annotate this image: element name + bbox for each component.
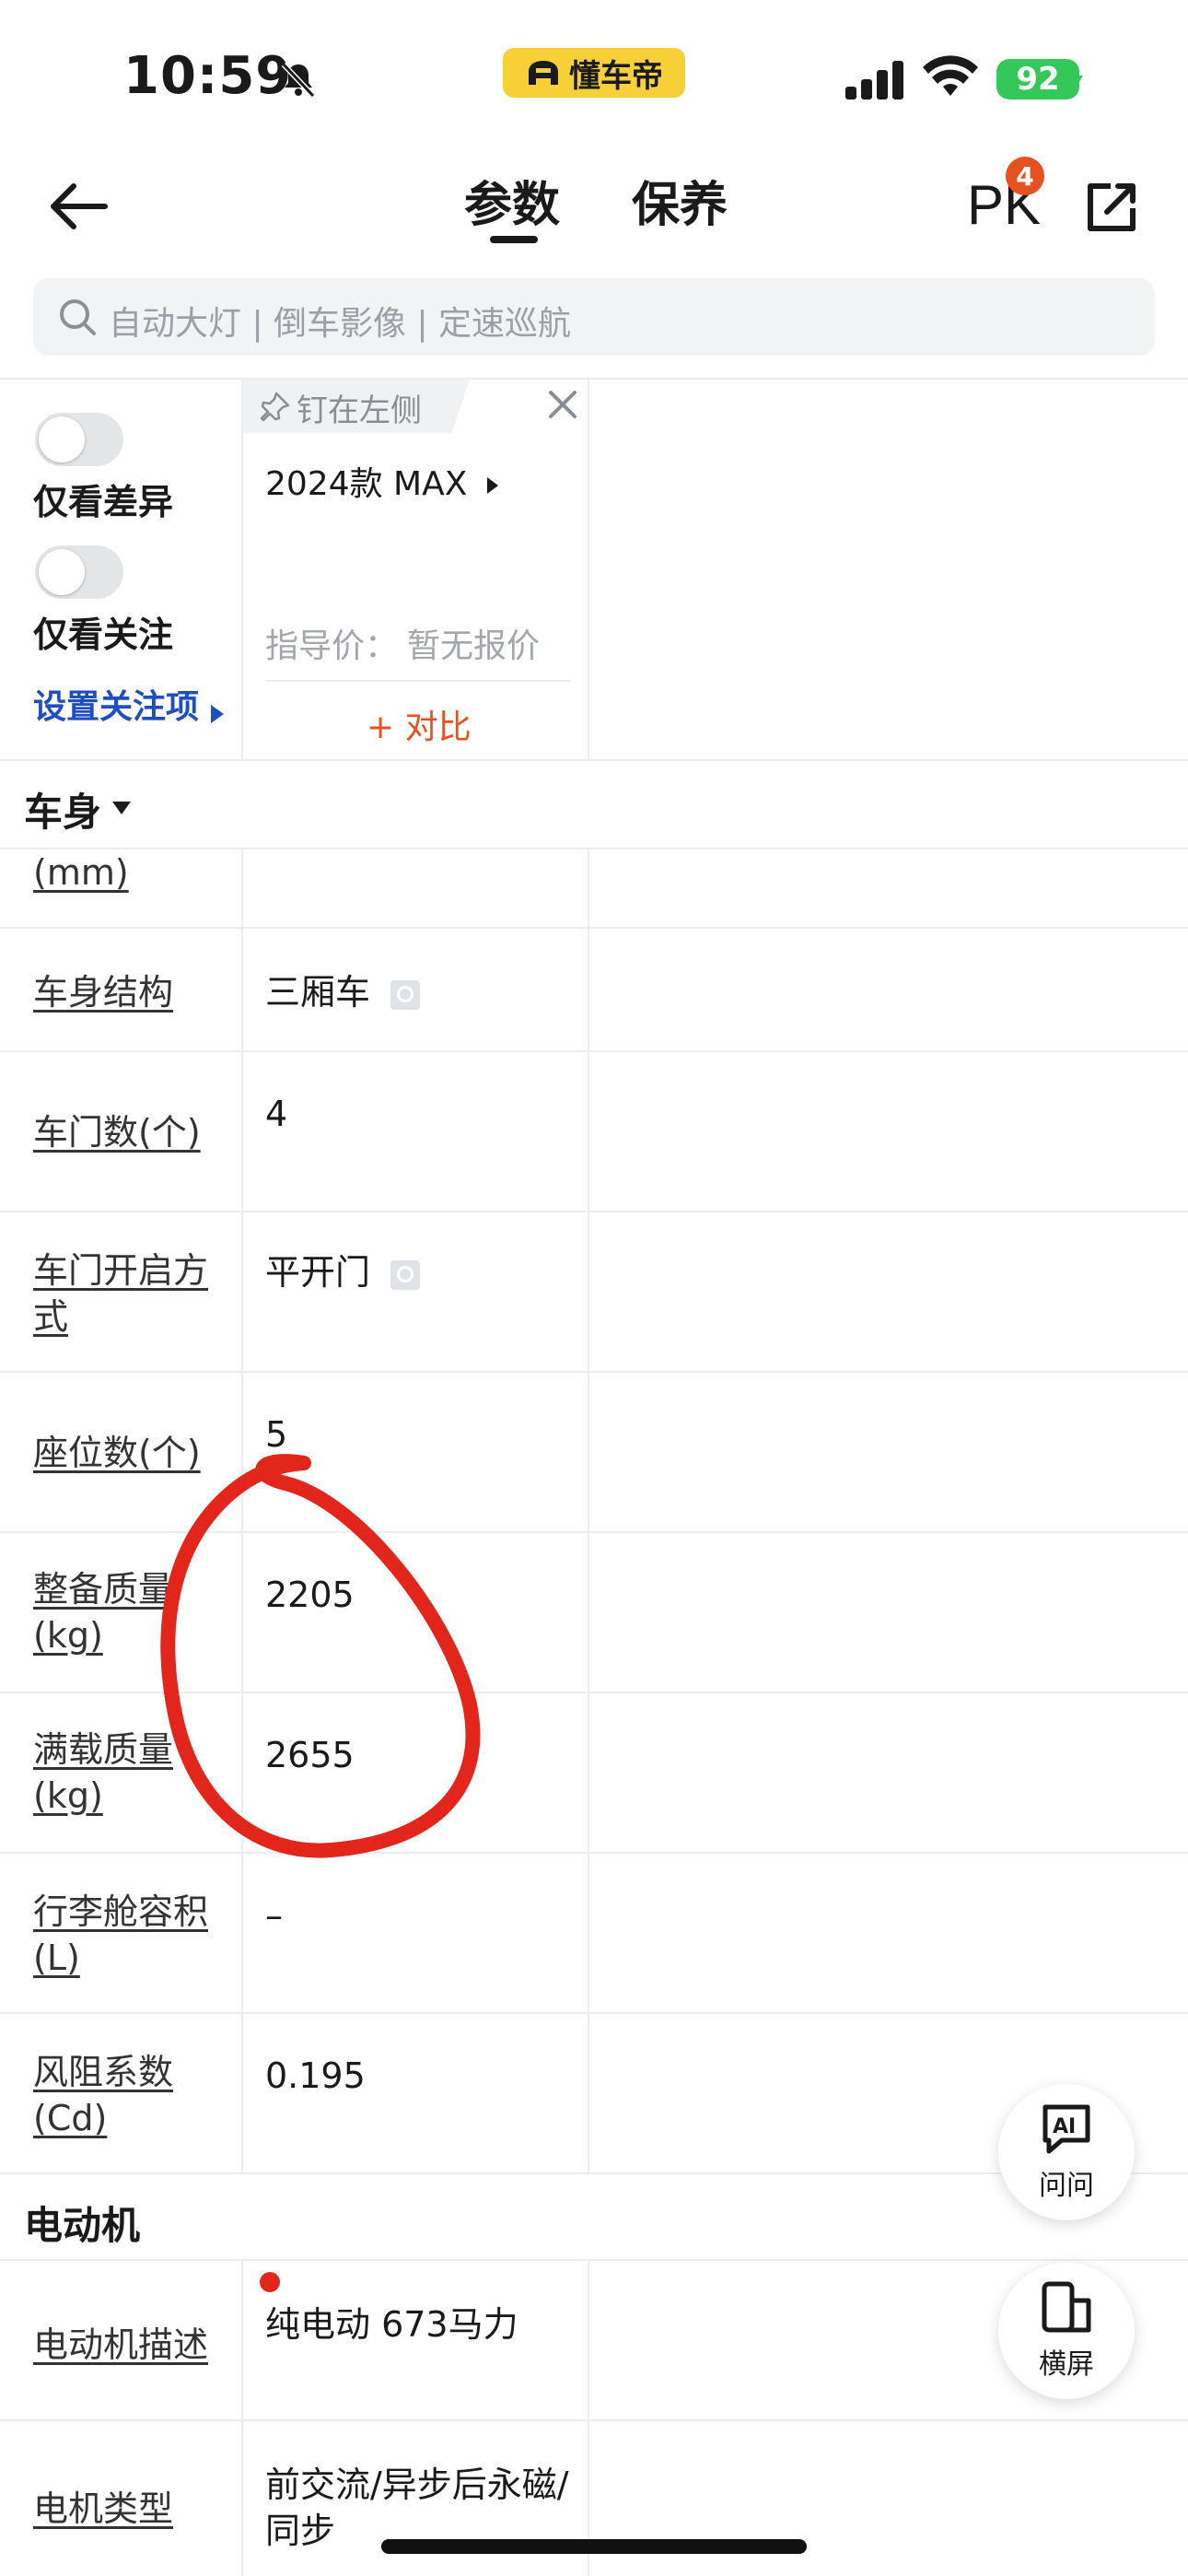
set-focus-link[interactable]: 设置关注项 <box>33 680 226 728</box>
column-divider <box>241 2259 243 2576</box>
ai-ask-button[interactable]: AI 问问 <box>998 2084 1135 2220</box>
silent-bell-icon <box>278 59 319 103</box>
magnify-icon[interactable] <box>390 979 421 1010</box>
focus-only-label: 仅看关注 <box>33 615 174 655</box>
wifi-icon <box>921 55 980 103</box>
cellular-signal-icon <box>844 59 908 103</box>
charging-bolt-icon <box>1068 64 1085 98</box>
dongchedi-logo-icon <box>529 61 558 85</box>
caret-down-icon <box>112 802 131 814</box>
divider <box>0 2259 1188 2261</box>
spec-label[interactable]: 风阻系数(Cd) <box>33 2049 217 2141</box>
spec-label[interactable]: 电动机描述 <box>33 2322 217 2368</box>
caret-right-icon <box>211 704 225 723</box>
spec-label[interactable]: 车门开启方式 <box>33 1247 217 1340</box>
divider <box>0 2419 1188 2421</box>
app-pill[interactable]: 懂车帝 <box>503 48 685 98</box>
divider <box>0 378 1188 380</box>
spec-value: 0.195 <box>265 2055 366 2096</box>
car-model-name[interactable]: 2024款 MAX <box>265 457 500 505</box>
pin-label: 钉在左侧 <box>297 392 422 429</box>
spec-label[interactable]: 行李舱容积(L) <box>33 1889 217 1981</box>
app-name: 懂车帝 <box>569 57 663 95</box>
section-title: 电动机 <box>24 2203 141 2248</box>
divider <box>0 2012 1188 2014</box>
guide-price: 指导价： 暂无报价 <box>265 619 540 667</box>
share-edit-icon[interactable] <box>1083 181 1138 240</box>
diff-only-toggle[interactable] <box>35 413 123 466</box>
add-compare-button[interactable]: + 对比 <box>367 700 472 748</box>
spec-value: 纯电动 673马力 <box>265 2304 518 2345</box>
spec-label[interactable]: 车门数(个) <box>33 1109 217 1155</box>
spec-value: 三厢车 <box>265 969 421 1015</box>
diff-only-label: 仅看差异 <box>33 482 174 522</box>
spec-value: 4 <box>265 1094 288 1134</box>
update-dot <box>260 2272 280 2292</box>
divider <box>0 1211 1188 1212</box>
pin-icon <box>260 391 291 426</box>
divider <box>0 1050 1188 1052</box>
landscape-label: 横屏 <box>1039 2348 1094 2381</box>
search-icon <box>57 297 98 341</box>
column-divider <box>588 378 589 759</box>
pk-count-badge: 4 <box>1006 157 1044 195</box>
spec-value-text: 平开门 <box>265 1252 371 1293</box>
annotation-circle <box>160 1454 481 1858</box>
column-divider <box>588 2259 589 2576</box>
status-time: 10:59 <box>123 46 293 106</box>
spec-value: 平开门 <box>265 1249 421 1295</box>
car-model-label: 2024款 MAX <box>265 465 468 503</box>
ai-ask-label: 问问 <box>1039 2170 1094 2202</box>
active-tab-indicator <box>490 236 538 243</box>
home-indicator <box>381 2539 807 2554</box>
divider <box>0 927 1188 929</box>
tab-params[interactable]: 参数 <box>464 166 560 235</box>
landscape-button[interactable]: 横屏 <box>998 2263 1135 2399</box>
price-label: 指导价： <box>265 627 399 665</box>
back-arrow-icon[interactable] <box>46 181 109 236</box>
focus-only-toggle[interactable] <box>35 545 123 599</box>
column-divider <box>588 848 589 2174</box>
magnify-icon[interactable] <box>390 1259 421 1290</box>
section-title: 车身 <box>24 790 102 835</box>
divider <box>265 680 571 682</box>
svg-text:AI: AI <box>1053 2115 1076 2138</box>
battery-level: 92 <box>1016 61 1060 98</box>
spec-value-text: 三厢车 <box>265 972 371 1013</box>
battery-indicator: 92 <box>996 59 1079 100</box>
section-header-body[interactable]: 车身 <box>0 761 1188 848</box>
spec-label[interactable]: 电机类型 <box>33 2486 217 2532</box>
spec-label[interactable]: 车身结构 <box>33 969 217 1015</box>
remove-car-close-icon[interactable] <box>545 387 580 426</box>
rotate-screen-icon <box>1042 2281 1091 2333</box>
tab-maintenance[interactable]: 保养 <box>632 166 728 235</box>
divider <box>0 1371 1188 1373</box>
caret-right-icon <box>486 477 498 494</box>
set-focus-label: 设置关注项 <box>33 688 200 726</box>
ai-chat-icon: AI <box>1042 2104 1090 2154</box>
search-placeholder: 自动大灯 | 倒车影像 | 定速巡航 <box>109 305 572 343</box>
spec-label[interactable]: (mm) <box>33 849 217 896</box>
column-divider <box>241 378 243 759</box>
price-value: 暂无报价 <box>407 627 541 665</box>
spec-value: – <box>265 1895 283 1936</box>
